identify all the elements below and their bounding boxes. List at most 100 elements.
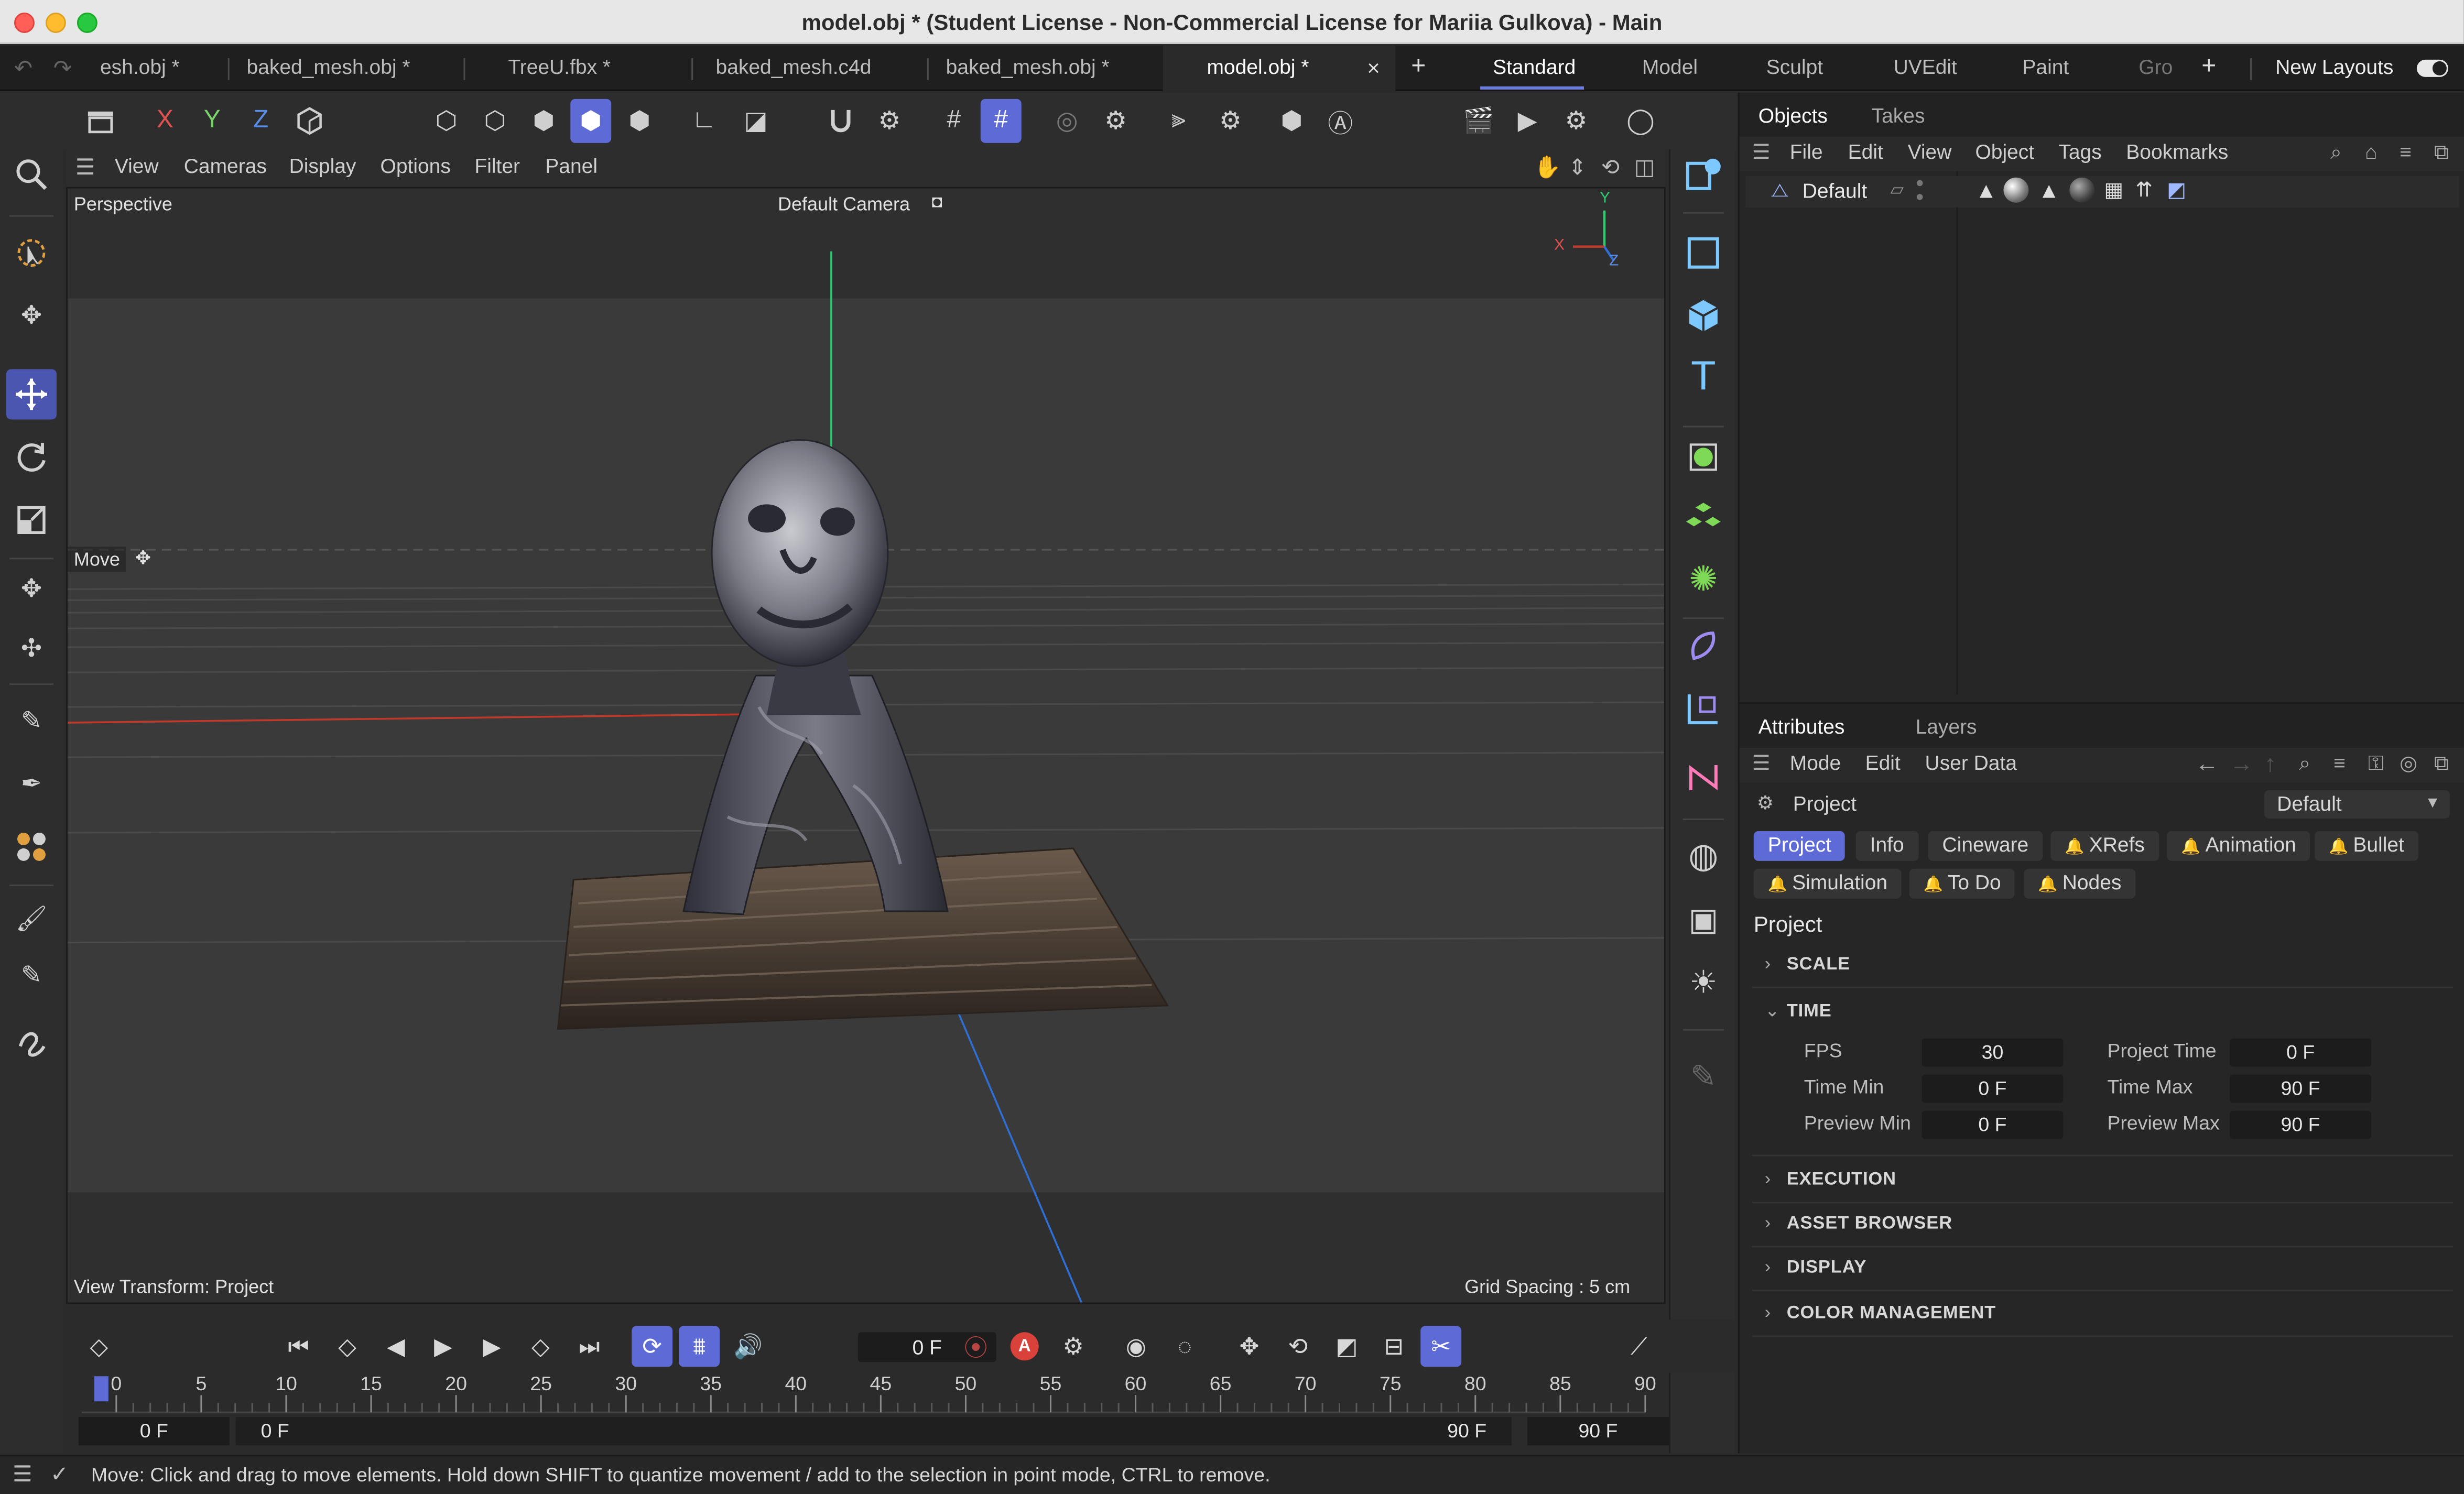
object-name[interactable]: Default [1803, 179, 1868, 203]
objects-search-icon[interactable]: ⌕ [2330, 140, 2342, 165]
attributes-menu-user-data[interactable]: User Data [1925, 751, 2017, 775]
uvw-tag-icon[interactable]: ▦ [2104, 178, 2123, 203]
doc-tab-3[interactable]: TreeU.fbx * [471, 46, 647, 91]
transform-tool-icon[interactable]: ✥ [6, 564, 57, 614]
close-tab-icon[interactable]: × [1367, 46, 1380, 90]
tab-animation[interactable]: 🔔 Animation [2167, 831, 2310, 861]
extrude-tool-icon[interactable] [6, 822, 57, 872]
live-selection-icon[interactable] [6, 228, 57, 278]
stage-camera-icon[interactable]: ▣ [1678, 894, 1729, 944]
preview-max-field[interactable]: 90 F [2230, 1110, 2371, 1139]
section-display[interactable]: › DISPLAY [1765, 1258, 1867, 1277]
move-tool-icon[interactable] [6, 369, 57, 420]
tab-xrefs[interactable]: 🔔 XRefs [2050, 831, 2159, 861]
tab-takes[interactable]: Takes [1872, 104, 1925, 127]
knife-tool-icon[interactable]: ✎ [6, 951, 57, 1001]
next-frame-icon[interactable]: ▶ [471, 1326, 512, 1367]
next-key-icon[interactable]: ◇ [520, 1326, 561, 1367]
up-arrow-icon[interactable]: ↑ [2264, 751, 2276, 778]
fps-field[interactable]: 30 [1922, 1038, 2064, 1067]
snap-icon[interactable] [820, 99, 861, 143]
edit-mode-icon[interactable] [80, 99, 121, 143]
points-mode-icon[interactable]: ⬡ [426, 99, 466, 143]
preview-range-bar[interactable]: 0 F 90 F [235, 1417, 1512, 1446]
layout-tab-paint[interactable]: Paint [2022, 46, 2069, 91]
object-row-default[interactable]: ⧍ Default ▱ ● ● ▲ ▲ ▦ ⇈ ◩ [1745, 175, 2459, 208]
lock-x-axis-button[interactable]: X [145, 99, 186, 143]
camera-icon[interactable]: ◘ [932, 193, 942, 212]
objects-menu-view[interactable]: View [1908, 140, 1952, 163]
subdivision-icon[interactable] [1678, 432, 1729, 482]
orbit-view-icon[interactable]: ⟲ [1601, 154, 1620, 181]
edges-mode-icon[interactable]: ⬡ [474, 99, 515, 143]
layout-tab-gro[interactable]: Gro [2139, 46, 2173, 91]
play-icon[interactable]: ▶ [422, 1326, 463, 1367]
model-mode-icon[interactable]: ⬢ [570, 99, 612, 143]
field-icon[interactable] [1678, 683, 1729, 734]
autokey-button[interactable]: A [1004, 1326, 1045, 1367]
objects-menu-object[interactable]: Object [1975, 140, 2034, 163]
key-move-icon[interactable]: ✥ [1229, 1326, 1269, 1367]
objects-filter-icon[interactable]: ≡ [2400, 140, 2412, 163]
objects-home-icon[interactable]: ⌂ [2365, 140, 2378, 163]
keyframe-icon[interactable]: ◇ [79, 1326, 120, 1367]
spline-object-icon[interactable] [1678, 753, 1729, 803]
grid-snap-icon[interactable]: # [980, 99, 1022, 143]
redshift-icon[interactable]: ◯ [1620, 99, 1661, 143]
attributes-menu-edit[interactable]: Edit [1865, 751, 1901, 775]
layout-tab-sculpt[interactable]: Sculpt [1766, 46, 1823, 91]
workplane-icon[interactable]: # [934, 99, 974, 143]
go-to-end-icon[interactable]: ⏭ [569, 1326, 610, 1367]
texture-mode-icon[interactable]: ◪ [735, 99, 776, 143]
target-icon[interactable]: ◎ [2400, 751, 2417, 776]
doc-tab-5[interactable]: baked_mesh.obj * [935, 46, 1121, 91]
timeline-ruler[interactable]: 0 5 10 15 20 25 30 35 40 45 50 55 60 65 70 75 80 85 90 [66, 1373, 1669, 1414]
snap-settings-icon[interactable]: ⚙ [869, 99, 910, 143]
forward-arrow-icon[interactable]: → [2230, 751, 2253, 778]
effector-icon[interactable]: ✺ [1678, 554, 1729, 605]
objects-menu-edit[interactable]: Edit [1848, 140, 1883, 163]
dolly-view-icon[interactable]: ⇕ [1568, 154, 1587, 181]
render-settings-icon[interactable]: ⚙ [1095, 99, 1136, 143]
selection-tag-icon[interactable]: ◩ [2167, 178, 2186, 203]
visibility-dots-icon[interactable]: ● ● [1916, 175, 1924, 204]
spline-pen-icon[interactable]: ✎ [6, 696, 57, 746]
key-rotate-icon[interactable]: ⟲ [1277, 1326, 1318, 1367]
section-execution[interactable]: › EXECUTION [1765, 1171, 1896, 1190]
preset-dropdown[interactable]: Default ▼ [2264, 790, 2450, 819]
dynamic-placement-icon[interactable]: ✣ [6, 624, 57, 674]
viewport-menu-filter[interactable]: Filter [474, 154, 520, 178]
text-object-icon[interactable]: T [1678, 351, 1729, 401]
viewport-menu-options[interactable]: Options [381, 154, 451, 178]
objects-menu-bookmarks[interactable]: Bookmarks [2126, 140, 2228, 163]
lock-z-axis-button[interactable]: Z [241, 99, 281, 143]
doc-tab-active[interactable]: model.obj * [1163, 45, 1396, 91]
tab-project[interactable]: Project [1753, 831, 1846, 861]
tab-to-do[interactable]: 🔔 To Do [1909, 868, 2015, 899]
search-icon[interactable] [6, 149, 57, 200]
new-layouts-toggle[interactable] [2416, 59, 2448, 77]
maximize-view-icon[interactable]: ◫ [1634, 154, 1655, 181]
soft-selection-icon[interactable]: ◎ [1047, 99, 1088, 143]
viewport-menu-display[interactable]: Display [289, 154, 356, 178]
environment-icon[interactable]: ◍ [1678, 831, 1729, 881]
key-rotation-icon[interactable]: ◌ [1165, 1326, 1206, 1367]
objects-popout-icon[interactable]: ⧉ [2434, 140, 2449, 165]
uv-mode-icon[interactable]: ⬢ [619, 99, 660, 143]
new-layouts-label[interactable]: New Layouts [2275, 46, 2393, 91]
lock-y-axis-button[interactable]: Y [192, 99, 233, 143]
new-document-icon[interactable]: + [1411, 46, 1426, 90]
range-start-field[interactable]: 0 F [78, 1417, 230, 1446]
attributes-menu-mode[interactable]: Mode [1790, 751, 1841, 775]
coordinate-system-icon[interactable] [289, 99, 330, 143]
render-picture-viewer-icon[interactable]: ▶ [1507, 99, 1548, 143]
status-menu-icon[interactable]: ☰ [13, 1461, 32, 1488]
project-time-field[interactable]: 0 F [2230, 1038, 2371, 1067]
auto-keying-icon[interactable]: Ⓐ [1320, 99, 1361, 143]
back-arrow-icon[interactable]: ← [2195, 751, 2219, 778]
previous-key-icon[interactable]: ◇ [327, 1326, 368, 1367]
section-scale[interactable]: › SCALE [1765, 955, 1850, 974]
layout-tab-standard[interactable]: Standard [1493, 46, 1576, 91]
key-scale-icon[interactable]: ◩ [1326, 1326, 1367, 1367]
undo-icon[interactable]: ↶ [14, 55, 32, 82]
